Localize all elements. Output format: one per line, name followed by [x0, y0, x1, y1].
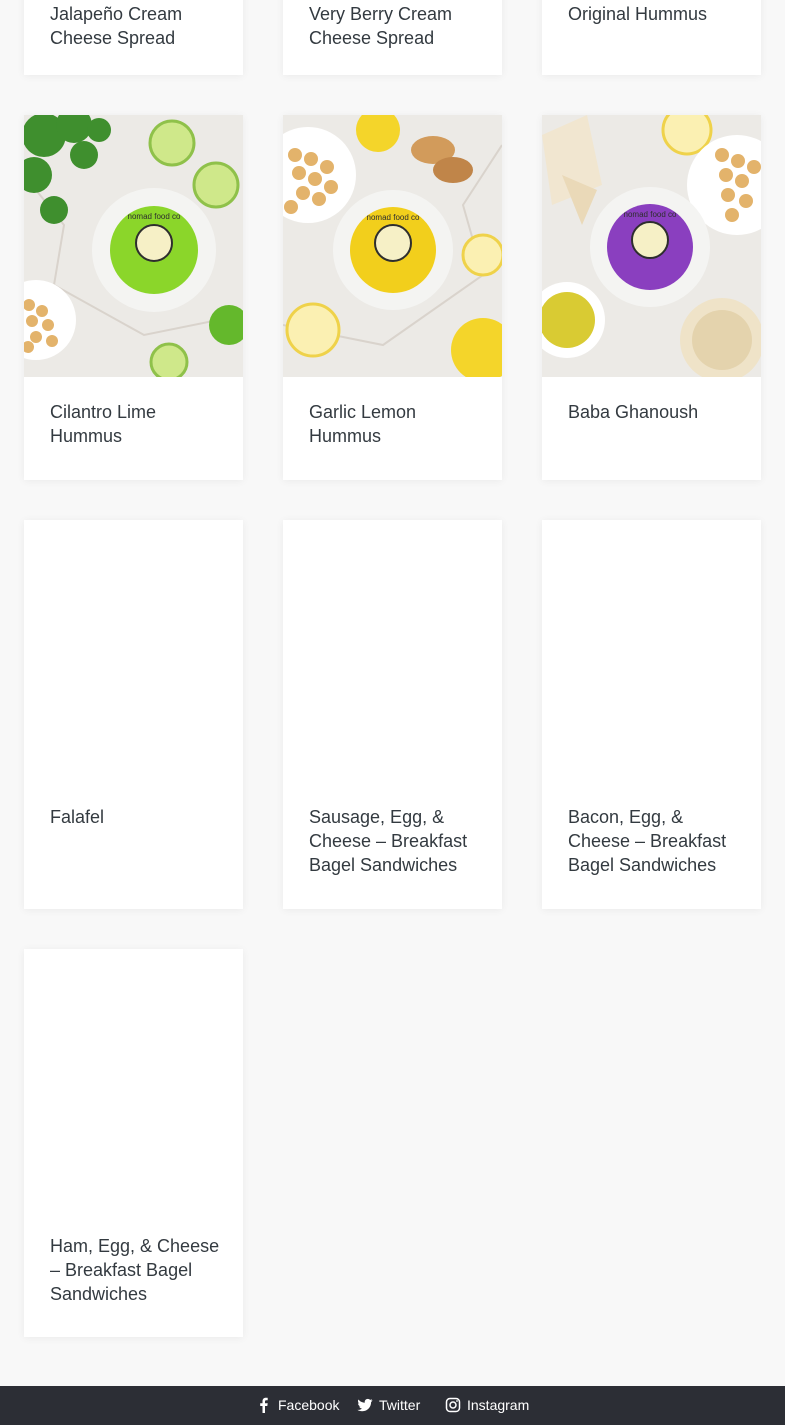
- product-card-baba-ghanoush[interactable]: nomad food co Baba Ghanoush: [542, 115, 761, 480]
- product-title[interactable]: Bacon, Egg, & Cheese – Breakfast Bagel S…: [568, 805, 738, 877]
- twitter-icon: [357, 1397, 373, 1413]
- product-title[interactable]: Baba Ghanoush: [568, 400, 738, 424]
- product-title[interactable]: Garlic Lemon Hummus: [309, 400, 479, 448]
- product-card-falafel[interactable]: Falafel: [24, 520, 243, 909]
- instagram-label: Instagram: [467, 1397, 530, 1413]
- svg-text:nomad food co: nomad food co: [624, 210, 677, 219]
- product-card-bacon-egg-cheese[interactable]: Bacon, Egg, & Cheese – Breakfast Bagel S…: [542, 520, 761, 909]
- product-image[interactable]: nomad food co: [283, 115, 502, 377]
- product-title[interactable]: Very Berry Cream Cheese Spread: [309, 2, 479, 50]
- product-card-very-berry[interactable]: Very Berry Cream Cheese Spread: [283, 0, 502, 75]
- site-footer: Facebook Twitter Instagram: [0, 1386, 785, 1425]
- twitter-label: Twitter: [379, 1397, 421, 1413]
- svg-text:nomad food co: nomad food co: [367, 213, 420, 222]
- facebook-label: Facebook: [278, 1397, 340, 1413]
- product-image-placeholder[interactable]: [542, 520, 761, 782]
- product-title[interactable]: Sausage, Egg, & Cheese – Breakfast Bagel…: [309, 805, 479, 877]
- product-image-placeholder[interactable]: [24, 949, 243, 1211]
- product-title[interactable]: Original Hummus: [568, 2, 738, 26]
- instagram-link[interactable]: Instagram: [445, 1395, 529, 1415]
- product-title[interactable]: Ham, Egg, & Cheese – Breakfast Bagel San…: [50, 1234, 220, 1306]
- product-card-garlic-lemon[interactable]: nomad food co Garlic Lemon Hummus: [283, 115, 502, 480]
- product-title[interactable]: Cilantro Lime Hummus: [50, 400, 220, 448]
- product-title[interactable]: Jalapeño Cream Cheese Spread: [50, 2, 220, 50]
- product-image-placeholder[interactable]: [24, 520, 243, 782]
- svg-text:nomad food co: nomad food co: [128, 212, 181, 221]
- facebook-icon: [256, 1397, 272, 1413]
- product-card-jalapeno[interactable]: Jalapeño Cream Cheese Spread: [24, 0, 243, 75]
- facebook-link[interactable]: Facebook: [256, 1395, 339, 1415]
- product-image[interactable]: nomad food co: [24, 115, 243, 377]
- product-card-original-hummus[interactable]: Original Hummus: [542, 0, 761, 75]
- instagram-icon: [445, 1397, 461, 1413]
- product-image[interactable]: nomad food co: [542, 115, 761, 377]
- product-image-placeholder[interactable]: [283, 520, 502, 782]
- product-card-sausage-egg-cheese[interactable]: Sausage, Egg, & Cheese – Breakfast Bagel…: [283, 520, 502, 909]
- product-title[interactable]: Falafel: [50, 805, 220, 829]
- product-card-cilantro-lime[interactable]: nomad food co Cilantro Lime Hummus: [24, 115, 243, 480]
- twitter-link[interactable]: Twitter: [357, 1395, 420, 1415]
- product-card-ham-egg-cheese[interactable]: Ham, Egg, & Cheese – Breakfast Bagel San…: [24, 949, 243, 1337]
